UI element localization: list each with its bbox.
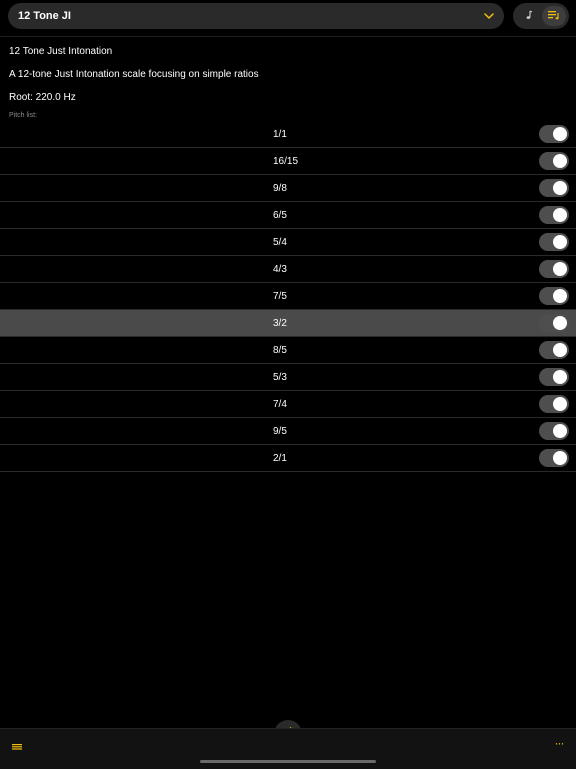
segment-scale-view[interactable] — [541, 6, 566, 26]
pitch-row[interactable]: 5/3 — [0, 364, 576, 391]
pitch-row[interactable]: 3/2 — [0, 310, 576, 337]
toggle-knob — [553, 424, 567, 438]
pitch-row[interactable]: 9/8 — [0, 175, 576, 202]
pitch-row[interactable]: 8/5 — [0, 337, 576, 364]
pitch-row[interactable]: 6/5 — [0, 202, 576, 229]
pitch-enabled-toggle[interactable] — [539, 422, 569, 440]
pitch-enabled-toggle[interactable] — [539, 233, 569, 251]
pitch-enabled-toggle[interactable] — [539, 179, 569, 197]
pitch-ratio: 16/15 — [273, 156, 299, 167]
pitch-row[interactable]: 7/4 — [0, 391, 576, 418]
scale-selector-dropdown[interactable]: 12 Tone JI — [8, 3, 504, 29]
toggle-knob — [553, 343, 567, 357]
view-mode-segmented-control — [513, 3, 569, 29]
pitch-row[interactable]: 9/5 — [0, 418, 576, 445]
pitch-row[interactable]: 5/4 — [0, 229, 576, 256]
toggle-knob — [553, 316, 567, 330]
pitch-row[interactable]: 7/5 — [0, 283, 576, 310]
pitch-list: 1/1 16/15 9/8 6/5 5/4 4/3 7/5 3/2 8/5 5/3 7/4 9/5 2/… — [0, 121, 576, 472]
toggle-knob — [553, 370, 567, 384]
pitch-ratio: 7/4 — [273, 399, 287, 410]
pitch-list-label: Pitch list: — [9, 112, 38, 119]
more-button[interactable]: ··· — [551, 736, 567, 750]
toggle-knob — [553, 154, 567, 168]
scale-list-icon — [547, 7, 560, 25]
pitch-enabled-toggle[interactable] — [539, 341, 569, 359]
scale-description: A 12-tone Just Intonation scale focusing… — [9, 69, 259, 80]
more-icon: ··· — [554, 736, 565, 750]
pitch-enabled-toggle[interactable] — [539, 206, 569, 224]
toggle-knob — [553, 235, 567, 249]
home-indicator — [200, 760, 376, 763]
toggle-knob — [553, 289, 567, 303]
pitch-row[interactable]: 16/15 — [0, 148, 576, 175]
toggle-knob — [553, 262, 567, 276]
pitch-ratio: 9/5 — [273, 426, 287, 437]
pitch-ratio: 5/3 — [273, 372, 287, 383]
pitch-ratio: 4/3 — [273, 264, 287, 275]
menu-icon — [11, 738, 23, 755]
pitch-enabled-toggle[interactable] — [539, 152, 569, 170]
pitch-enabled-toggle[interactable] — [539, 449, 569, 467]
pitch-ratio: 3/2 — [273, 318, 287, 329]
pitch-enabled-toggle[interactable] — [539, 125, 569, 143]
music-note-icon — [525, 7, 533, 25]
pitch-ratio: 8/5 — [273, 345, 287, 356]
segment-note-view[interactable] — [517, 6, 541, 26]
toggle-knob — [553, 181, 567, 195]
pitch-enabled-toggle[interactable] — [539, 260, 569, 278]
pitch-ratio: 7/5 — [273, 291, 287, 302]
toggle-knob — [553, 127, 567, 141]
scale-root: Root: 220.0 Hz — [9, 92, 76, 103]
pitch-ratio: 5/4 — [273, 237, 287, 248]
pitch-enabled-toggle[interactable] — [539, 368, 569, 386]
pitch-enabled-toggle[interactable] — [539, 395, 569, 413]
toggle-knob — [553, 397, 567, 411]
toggle-knob — [553, 208, 567, 222]
pitch-ratio: 6/5 — [273, 210, 287, 221]
pitch-enabled-toggle[interactable] — [539, 287, 569, 305]
chevron-down-icon — [484, 7, 494, 25]
pitch-ratio: 2/1 — [273, 453, 287, 464]
scale-name: 12 Tone Just Intonation — [9, 46, 113, 57]
pitch-ratio: 9/8 — [273, 183, 287, 194]
pitch-ratio: 1/1 — [273, 129, 287, 140]
pitch-enabled-toggle[interactable] — [539, 314, 569, 332]
pitch-row[interactable]: 1/1 — [0, 121, 576, 148]
pitch-row[interactable]: 4/3 — [0, 256, 576, 283]
menu-button[interactable] — [11, 738, 25, 750]
toggle-knob — [553, 451, 567, 465]
top-bar: 12 Tone JI — [0, 0, 576, 37]
pitch-row[interactable]: 2/1 — [0, 445, 576, 472]
scale-selector-label: 12 Tone JI — [18, 10, 71, 22]
